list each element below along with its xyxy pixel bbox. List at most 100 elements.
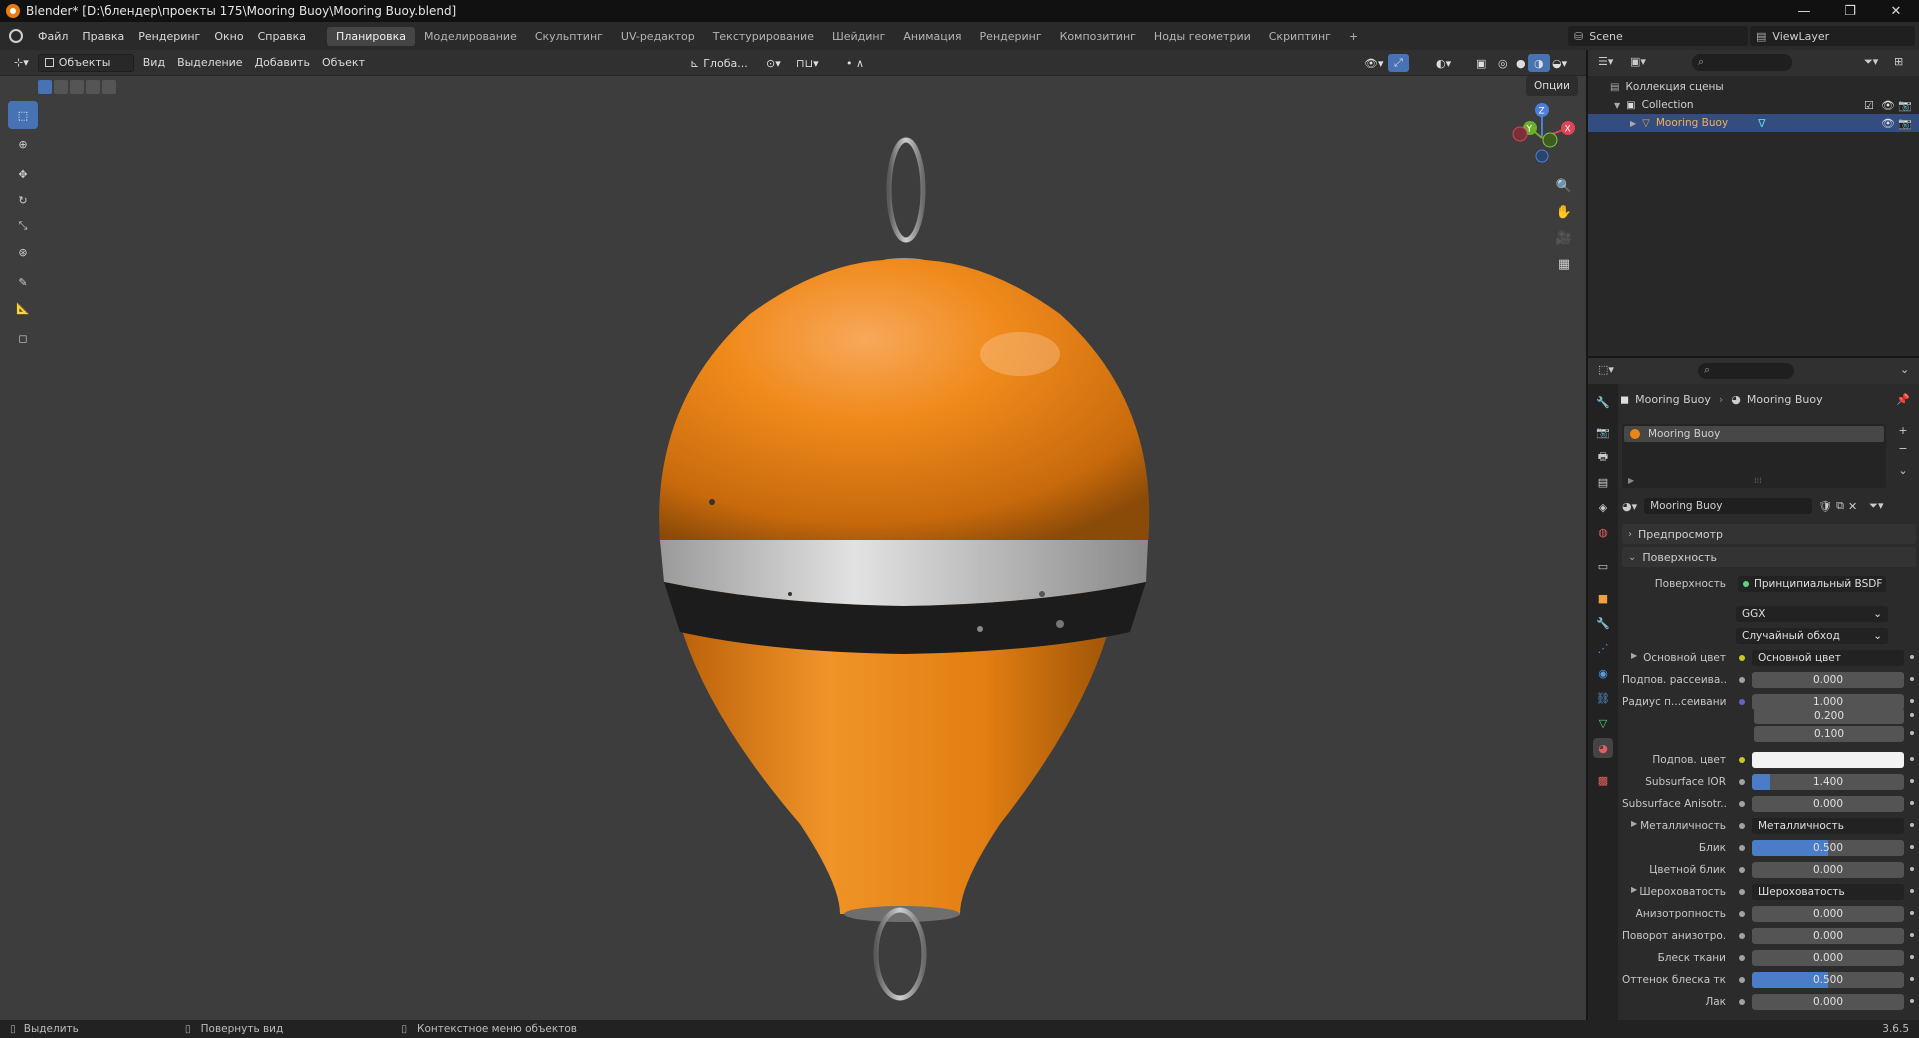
proportional-edit-icon[interactable]: • ∧ bbox=[840, 54, 870, 72]
input-socket-icon[interactable] bbox=[1736, 672, 1748, 688]
overlay-icon[interactable]: ◐▾ bbox=[1430, 54, 1457, 72]
texture-tab-icon[interactable]: ▩ bbox=[1593, 770, 1613, 790]
tab-modeling[interactable]: Моделирование bbox=[415, 27, 526, 46]
color-swatch-field[interactable] bbox=[1752, 752, 1904, 768]
outliner-row-mooring-buoy[interactable]: ▶ ▽ Mooring Buoy ∇ 👁 📷 bbox=[1588, 114, 1919, 132]
input-socket-icon[interactable] bbox=[1736, 928, 1748, 944]
surface-section-header[interactable]: ⌄ Поверхность bbox=[1622, 547, 1916, 567]
input-value-field[interactable]: 0.200 bbox=[1754, 708, 1904, 724]
input-value-field[interactable]: Основной цвет bbox=[1752, 650, 1904, 666]
select-new-icon[interactable] bbox=[38, 80, 52, 94]
constraints-tab-icon[interactable]: ⛓ bbox=[1593, 688, 1613, 708]
keyframe-dot-icon[interactable] bbox=[1910, 911, 1914, 915]
keyframe-dot-icon[interactable] bbox=[1910, 757, 1914, 761]
keyframe-dot-icon[interactable] bbox=[1910, 801, 1914, 805]
gizmo-toggle-icon[interactable]: ⤢ bbox=[1388, 54, 1409, 72]
add-cube-tool-icon[interactable]: ◻ bbox=[8, 324, 38, 352]
input-socket-icon[interactable] bbox=[1736, 840, 1748, 856]
world-tab-icon[interactable]: ◍ bbox=[1593, 522, 1613, 542]
input-value-field[interactable]: 0.000 bbox=[1752, 862, 1904, 878]
close-button[interactable]: ✕ bbox=[1873, 0, 1919, 22]
input-value-field[interactable]: 0.000 bbox=[1752, 928, 1904, 944]
outliner-search-input[interactable]: ⌕ bbox=[1692, 54, 1792, 71]
data-tab-icon[interactable]: ▽ bbox=[1593, 713, 1613, 733]
subsurface-method-dropdown[interactable]: Случайный обход ⌄ bbox=[1736, 628, 1888, 644]
input-value-field[interactable]: 0.000 bbox=[1752, 950, 1904, 966]
input-socket-icon[interactable] bbox=[1736, 950, 1748, 966]
tab-shading[interactable]: Шейдинг bbox=[823, 27, 894, 46]
tab-sculpting[interactable]: Скульптинг bbox=[526, 27, 612, 46]
fake-user-icon[interactable]: 🛡 bbox=[1818, 500, 1832, 513]
select-subtract-icon[interactable] bbox=[70, 80, 84, 94]
annotate-tool-icon[interactable]: ✎ bbox=[8, 268, 38, 296]
input-value-field[interactable]: 0.000 bbox=[1752, 906, 1904, 922]
input-socket-icon[interactable] bbox=[1736, 818, 1748, 834]
menu-edit[interactable]: Правка bbox=[75, 30, 131, 43]
outliner-row-scene-collection[interactable]: ▤ Коллекция сцены bbox=[1588, 78, 1919, 96]
keyframe-dot-icon[interactable] bbox=[1910, 977, 1914, 981]
menu-help[interactable]: Справка bbox=[251, 30, 313, 43]
input-socket-icon[interactable] bbox=[1736, 906, 1748, 922]
distribution-dropdown[interactable]: GGX ⌄ bbox=[1736, 606, 1888, 622]
input-value-field[interactable]: 0.500 bbox=[1752, 972, 1904, 988]
input-value-field[interactable]: Шероховатость bbox=[1752, 884, 1904, 900]
transform-tool-icon[interactable]: ⊛ bbox=[8, 238, 38, 266]
filter-icon[interactable]: ⏷▾ bbox=[1864, 55, 1878, 69]
display-mode-icon[interactable]: ▣▾ bbox=[1630, 55, 1646, 68]
camera-icon[interactable]: 📷 bbox=[1898, 99, 1912, 112]
input-socket-icon[interactable] bbox=[1736, 650, 1748, 666]
scene-selector[interactable]: ⛁ Scene bbox=[1568, 26, 1748, 46]
select-invert-icon[interactable] bbox=[86, 80, 100, 94]
pin-icon[interactable]: 📌 bbox=[1896, 393, 1910, 406]
zoom-icon[interactable]: 🔍 bbox=[1552, 174, 1576, 198]
keyframe-dot-icon[interactable] bbox=[1910, 823, 1914, 827]
tool-tab-icon[interactable]: 🔧 bbox=[1593, 392, 1613, 412]
cursor-tool-icon[interactable]: ⊕ bbox=[8, 130, 38, 158]
pivot-icon[interactable]: ⊙▾ bbox=[760, 54, 787, 72]
expand-arrow-icon[interactable]: ▶ bbox=[1630, 119, 1636, 128]
expand-arrow-icon[interactable]: ▶ bbox=[1628, 476, 1634, 485]
options-dropdown[interactable]: Опции bbox=[1526, 76, 1578, 96]
maximize-button[interactable]: ❐ bbox=[1827, 0, 1873, 22]
pan-hand-icon[interactable]: ✋ bbox=[1552, 200, 1576, 224]
material-slot-item[interactable]: Mooring Buoy bbox=[1624, 426, 1884, 442]
input-socket-icon[interactable] bbox=[1736, 752, 1748, 768]
input-value-field[interactable]: 0.000 bbox=[1752, 672, 1904, 688]
new-collection-icon[interactable]: ⊞ bbox=[1894, 55, 1903, 68]
select-box-tool-icon[interactable]: ⬚ bbox=[8, 101, 38, 129]
keyframe-dot-icon[interactable] bbox=[1910, 731, 1914, 735]
keyframe-dot-icon[interactable] bbox=[1910, 999, 1914, 1003]
blender-menu-icon[interactable] bbox=[9, 29, 23, 43]
menu-file[interactable]: Файл bbox=[31, 30, 75, 43]
editor-type-icon[interactable]: ⊹▾ bbox=[8, 54, 35, 72]
mooring-buoy-model[interactable] bbox=[640, 124, 1160, 1020]
menu-window[interactable]: Окно bbox=[207, 30, 250, 43]
eye-icon[interactable]: 👁 bbox=[1881, 99, 1895, 112]
tab-compositing[interactable]: Композитинг bbox=[1051, 27, 1145, 46]
menu-add[interactable]: Добавить bbox=[249, 54, 316, 72]
input-value-field[interactable]: 0.000 bbox=[1752, 796, 1904, 812]
input-socket-icon[interactable] bbox=[1736, 774, 1748, 790]
scene-tab-icon[interactable]: ◈ bbox=[1593, 497, 1613, 517]
keyframe-dot-icon[interactable] bbox=[1910, 779, 1914, 783]
collapse-icon[interactable]: ⌄ bbox=[1900, 363, 1909, 376]
keyframe-dot-icon[interactable] bbox=[1910, 889, 1914, 893]
select-extend-icon[interactable] bbox=[54, 80, 68, 94]
eye-icon[interactable]: 👁 bbox=[1881, 117, 1895, 130]
outliner-row-collection[interactable]: ▼ ▣ Collection ☑ 👁 📷 bbox=[1588, 96, 1919, 114]
material-tab-icon[interactable]: ◕ bbox=[1593, 738, 1613, 758]
checkbox-icon[interactable]: ☑ bbox=[1864, 99, 1874, 112]
physics-tab-icon[interactable]: ◉ bbox=[1593, 663, 1613, 683]
add-workspace-button[interactable]: + bbox=[1340, 27, 1367, 46]
camera-view-icon[interactable]: 🎥 bbox=[1552, 226, 1576, 250]
preview-section-header[interactable]: › Предпросмотр bbox=[1622, 524, 1916, 544]
menu-select[interactable]: Выделение bbox=[171, 54, 249, 72]
menu-view[interactable]: Вид bbox=[137, 54, 171, 72]
tab-scripting[interactable]: Скриптинг bbox=[1260, 27, 1340, 46]
unlink-material-icon[interactable]: ✕ bbox=[1848, 500, 1857, 513]
move-tool-icon[interactable]: ✥ bbox=[8, 160, 38, 188]
input-value-field[interactable]: 0.100 bbox=[1754, 726, 1904, 742]
material-name-field[interactable]: Mooring Buoy bbox=[1644, 498, 1813, 514]
surface-shader-field[interactable]: Принципиальный BSDF bbox=[1738, 576, 1886, 592]
input-socket-icon[interactable] bbox=[1736, 884, 1748, 900]
